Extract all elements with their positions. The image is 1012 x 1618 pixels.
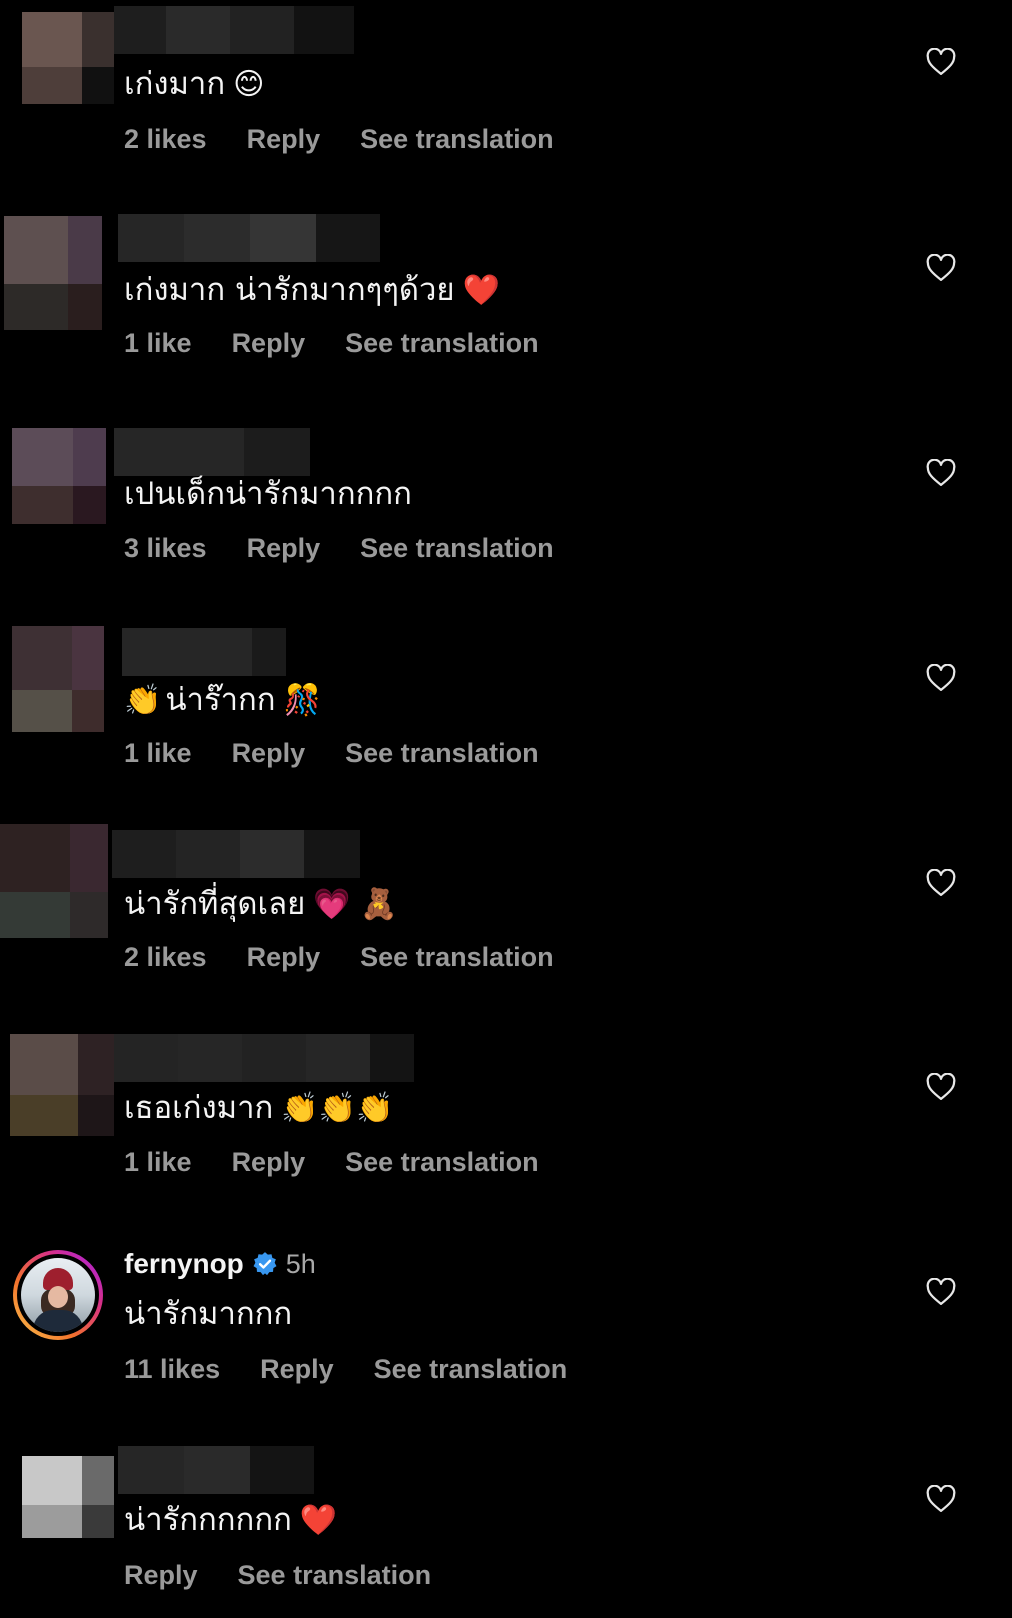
see-translation-button[interactable]: See translation	[360, 942, 554, 973]
avatar-pixelated[interactable]	[4, 216, 102, 330]
see-translation-button[interactable]: See translation	[345, 738, 539, 769]
likes-count[interactable]: 1 like	[124, 1147, 192, 1178]
reply-button[interactable]: Reply	[247, 533, 321, 564]
avatar-pixelated[interactable]	[22, 1456, 114, 1538]
comment-text: เก่งมาก น่ารักมากๆๆด้วย ❤️	[124, 270, 500, 311]
comment-actions: 1 like Reply See translation	[124, 328, 579, 359]
likes-count[interactable]: 2 likes	[124, 942, 207, 973]
comment-text: เธอเก่งมาก 👏👏👏	[124, 1088, 393, 1129]
heart-icon[interactable]	[926, 1073, 956, 1101]
comment-body: น่ารักกกกกก	[124, 1502, 292, 1538]
heart-icon[interactable]	[926, 869, 956, 897]
comment-actions: 3 likes Reply See translation	[124, 533, 594, 564]
avatar-pixelated[interactable]	[12, 428, 106, 524]
username[interactable]: fernynop	[124, 1248, 244, 1280]
heart-icon[interactable]	[926, 1278, 956, 1306]
emoji: 👏👏👏	[281, 1091, 394, 1126]
reply-button[interactable]: Reply	[260, 1354, 334, 1385]
comment-text: น่ารักมากกก	[124, 1294, 292, 1334]
reply-button[interactable]: Reply	[232, 328, 306, 359]
username-pixelated[interactable]	[118, 1446, 314, 1494]
see-translation-button[interactable]: See translation	[345, 328, 539, 359]
see-translation-button[interactable]: See translation	[238, 1560, 432, 1591]
heart-icon[interactable]	[926, 254, 956, 282]
comment-text: เปนเด็กน่ารักมากกกก	[124, 474, 420, 515]
profile-photo	[21, 1258, 95, 1332]
comment-actions: 11 likes Reply See translation	[124, 1354, 607, 1385]
heart-icon[interactable]	[926, 664, 956, 692]
likes-count[interactable]: 1 like	[124, 738, 192, 769]
reply-button[interactable]: Reply	[247, 942, 321, 973]
avatar[interactable]	[13, 1250, 103, 1340]
verified-badge-icon	[252, 1251, 278, 1277]
likes-count[interactable]: 1 like	[124, 328, 192, 359]
username-pixelated[interactable]	[122, 628, 286, 676]
reply-button[interactable]: Reply	[232, 1147, 306, 1178]
comment-text: น่ารักกกกกก ❤️	[124, 1500, 337, 1541]
avatar-pixelated[interactable]	[0, 824, 108, 938]
see-translation-button[interactable]: See translation	[360, 533, 554, 564]
likes-count[interactable]: 3 likes	[124, 533, 207, 564]
username-pixelated[interactable]	[118, 214, 380, 262]
comment-body: น่ารักมากกก	[124, 1296, 293, 1332]
comment-text: 👏 น่าร๊ากก 🎊	[124, 680, 321, 721]
comment-body: เก่งมาก น่ารักมากๆๆด้วย	[124, 272, 455, 308]
reply-button[interactable]: Reply	[124, 1560, 198, 1591]
heart-icon[interactable]	[926, 1485, 956, 1513]
avatar-pixelated[interactable]	[12, 626, 104, 732]
timestamp: 5h	[285, 1248, 316, 1279]
emoji: 🎊	[283, 683, 321, 718]
likes-count[interactable]: 11 likes	[124, 1354, 220, 1385]
comment-text: น่ารักที่สุดเลย 💗 🧸	[124, 884, 398, 925]
see-translation-button[interactable]: See translation	[345, 1147, 539, 1178]
comment-actions: 1 like Reply See translation	[124, 1147, 579, 1178]
username-line: fernynop 5h	[124, 1248, 316, 1280]
username-pixelated[interactable]	[114, 1034, 414, 1082]
comment-item: น่ารักกกกกก ❤️ Reply See translation	[0, 0, 1012, 1590]
see-translation-button[interactable]: See translation	[374, 1354, 568, 1385]
comment-actions: 1 like Reply See translation	[124, 738, 579, 769]
username-pixelated[interactable]	[114, 428, 310, 476]
comment-body: เธอเก่งมาก	[124, 1090, 274, 1126]
avatar-pixelated[interactable]	[10, 1034, 114, 1136]
emoji: ❤️	[299, 1503, 338, 1538]
comment-body: เปนเด็กน่ารักมากกกก	[124, 476, 412, 512]
comment-actions: Reply See translation	[124, 1560, 471, 1591]
comment-actions: 2 likes Reply See translation	[124, 942, 594, 973]
username-pixelated[interactable]	[112, 830, 360, 878]
emoji: 💗 🧸	[313, 887, 398, 922]
heart-icon[interactable]	[926, 459, 956, 487]
comment-body: น่าร๊ากก	[165, 682, 276, 718]
emoji: 👏	[124, 683, 162, 718]
reply-button[interactable]: Reply	[232, 738, 306, 769]
emoji: ❤️	[462, 273, 500, 308]
comment-body: น่ารักที่สุดเลย	[124, 886, 306, 922]
